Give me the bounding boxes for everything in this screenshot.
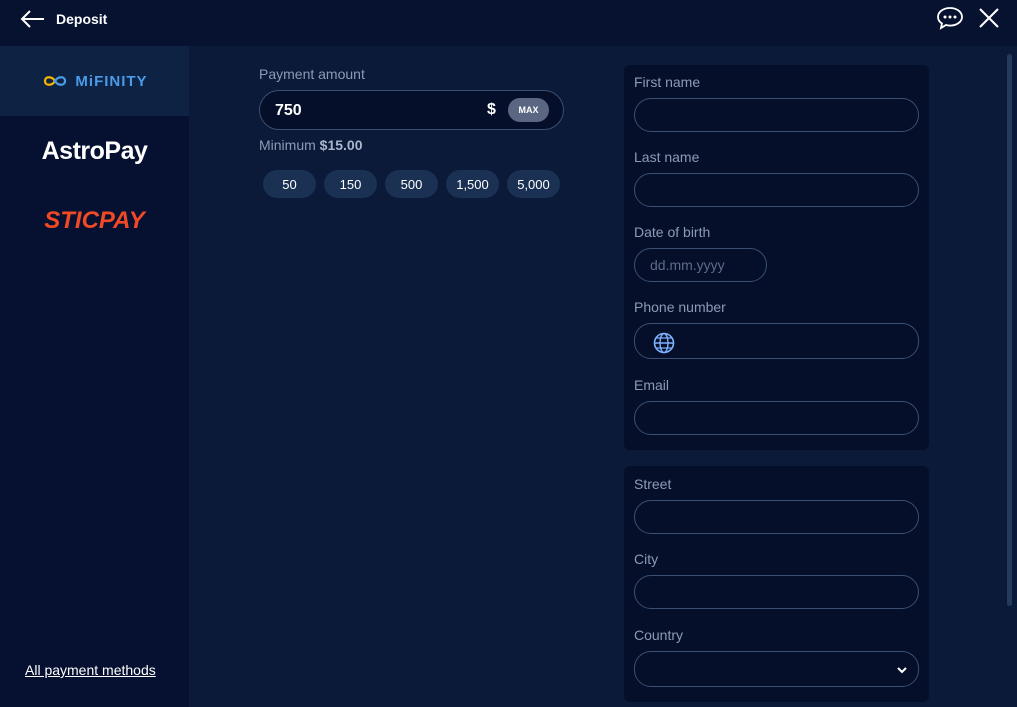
last-name-field [634, 173, 919, 207]
city-field [634, 575, 919, 609]
city-label: City [634, 551, 659, 567]
phone-label: Phone number [634, 299, 726, 315]
dob-input[interactable] [635, 249, 766, 281]
payment-amount-box: $ MAX [259, 90, 564, 130]
payment-method-sticpay[interactable]: STICPAY [0, 186, 189, 256]
first-name-input[interactable] [635, 99, 918, 131]
first-name-label: First name [634, 74, 701, 90]
infinity-icon [44, 76, 67, 86]
scrollbar[interactable] [1007, 54, 1012, 606]
street-label: Street [634, 476, 672, 492]
max-button[interactable]: MAX [508, 98, 549, 122]
minimum-value: $15.00 [319, 137, 363, 153]
chat-bubble-icon[interactable] [936, 6, 964, 30]
quick-amount-button[interactable]: 50 [263, 170, 316, 198]
first-name-field [634, 98, 919, 132]
dob-field [634, 248, 767, 282]
close-icon[interactable] [978, 7, 1000, 29]
page-title: Deposit [56, 11, 108, 27]
payment-amount-label: Payment amount [259, 66, 365, 82]
city-input[interactable] [635, 576, 918, 608]
personal-details-card: First name Last name Date of birth Phone… [624, 65, 929, 450]
payment-method-mifinity[interactable]: MiFINITY [0, 46, 189, 116]
country-select[interactable] [634, 651, 919, 687]
address-card: Street City Country [624, 466, 929, 702]
payment-methods-sidebar: MiFINITY AstroPay STICPAY All payment me… [0, 46, 189, 707]
currency-symbol: $ [487, 101, 496, 118]
astropay-logo: AstroPay [41, 136, 148, 165]
arrow-left-icon[interactable] [20, 9, 46, 29]
mifinity-logo: MiFINITY [41, 73, 147, 90]
chevron-down-icon [897, 667, 907, 674]
street-field [634, 500, 919, 534]
phone-field [634, 323, 919, 359]
payment-method-astropay[interactable]: AstroPay [0, 116, 189, 186]
mifinity-label: MiFINITY [75, 72, 148, 90]
email-field [634, 401, 919, 435]
country-label: Country [634, 627, 684, 643]
globe-icon[interactable] [653, 332, 675, 354]
minimum-amount: Minimum $15.00 [259, 137, 363, 153]
header: Deposit [0, 0, 1017, 46]
quick-amount-button[interactable]: 150 [324, 170, 377, 198]
quick-amount-button[interactable]: 500 [385, 170, 438, 198]
quick-amount-button[interactable]: 1,500 [446, 170, 499, 198]
all-payment-methods-link[interactable]: All payment methods [25, 662, 156, 678]
sticpay-logo: STICPAY [44, 207, 145, 234]
quick-amount-button[interactable]: 5,000 [507, 170, 560, 198]
phone-input[interactable] [635, 324, 918, 358]
street-input[interactable] [635, 501, 918, 533]
email-label: Email [634, 377, 670, 393]
last-name-input[interactable] [635, 174, 918, 206]
minimum-prefix: Minimum [259, 137, 316, 153]
dob-label: Date of birth [634, 224, 711, 240]
quick-amounts: 50 150 500 1,500 5,000 [263, 170, 560, 198]
payment-amount-input[interactable] [275, 100, 475, 122]
email-input[interactable] [635, 402, 918, 434]
last-name-label: Last name [634, 149, 700, 165]
